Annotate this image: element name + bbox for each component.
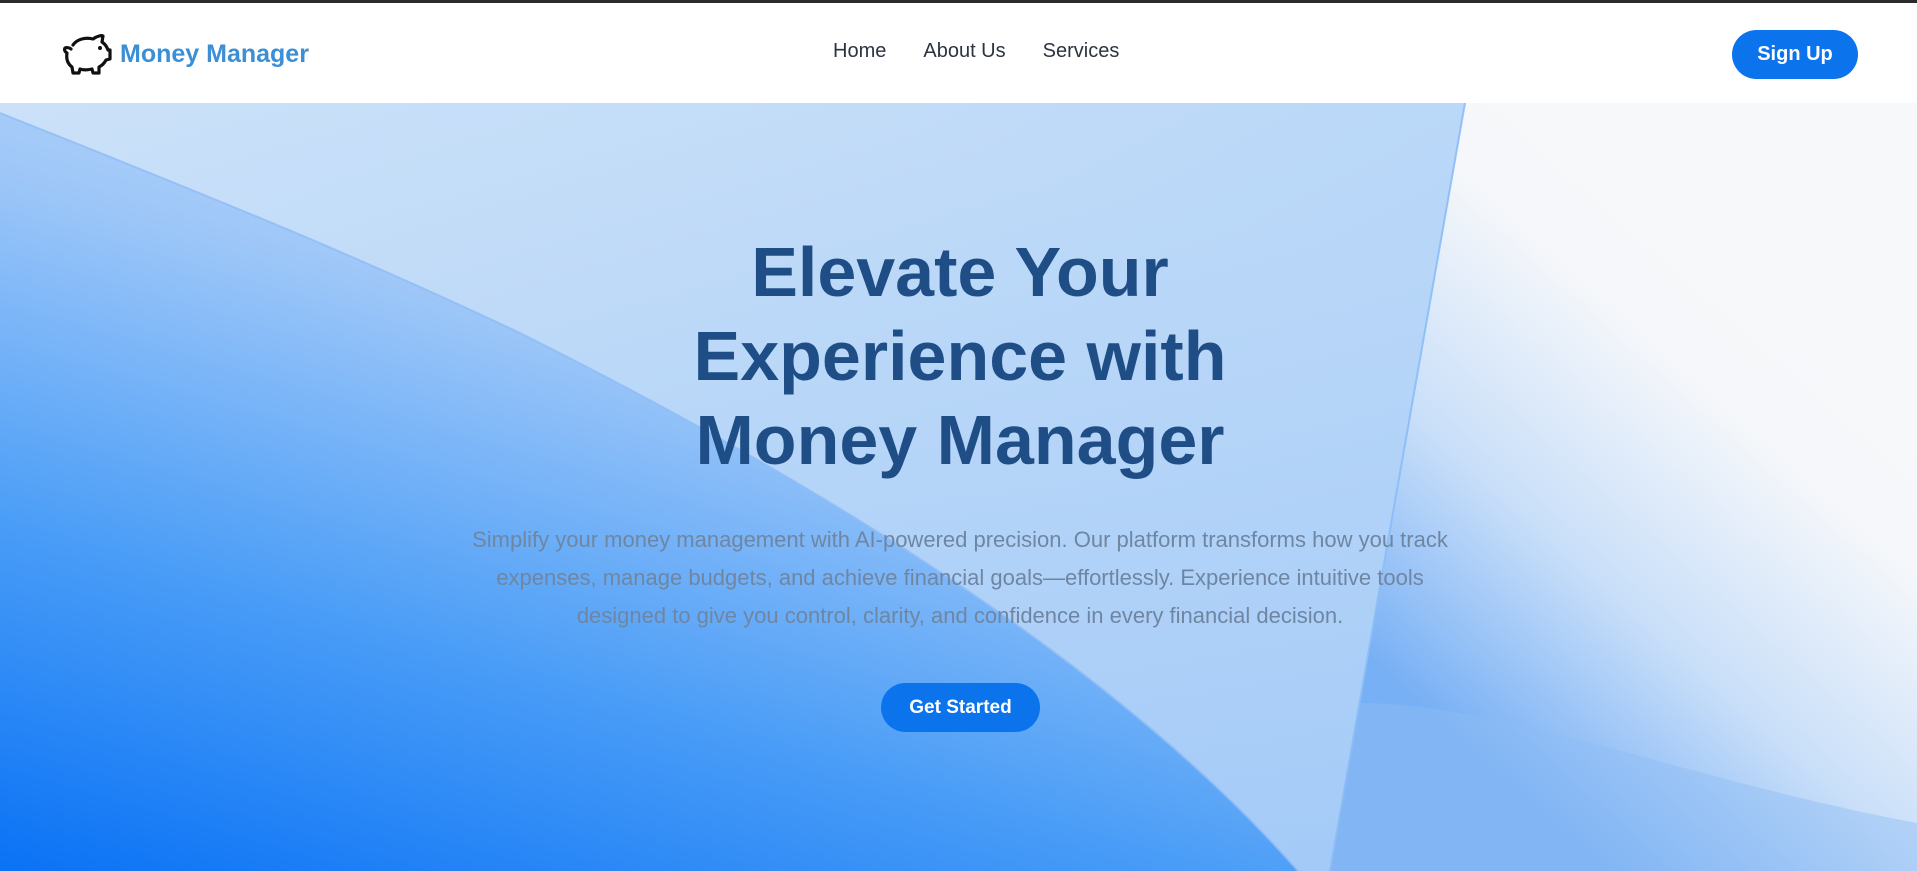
brand-logo-link[interactable]: Money Manager [62, 30, 309, 78]
hero-title: Elevate Your Experience with Money Manag… [560, 230, 1360, 482]
hero-content: Elevate Your Experience with Money Manag… [0, 103, 1917, 871]
hero-title-line-2: Experience with [693, 317, 1227, 395]
sign-up-button[interactable]: Sign Up [1732, 30, 1858, 79]
brand-name: Money Manager [120, 39, 309, 68]
main-nav: Home About Us Services [833, 40, 1119, 63]
nav-link-services[interactable]: Services [1043, 40, 1120, 63]
piggy-bank-icon [63, 34, 112, 75]
hero-title-line-3: Money Manager [695, 401, 1225, 479]
nav-link-home[interactable]: Home [833, 40, 886, 63]
hero-section: Elevate Your Experience with Money Manag… [0, 103, 1917, 871]
navbar: Money Manager Home About Us Services Sig… [0, 3, 1917, 103]
nav-link-about-us[interactable]: About Us [923, 40, 1005, 63]
hero-title-line-1: Elevate Your [751, 233, 1169, 311]
get-started-button[interactable]: Get Started [881, 683, 1040, 732]
hero-description: Simplify your money management with AI-p… [472, 527, 1448, 628]
